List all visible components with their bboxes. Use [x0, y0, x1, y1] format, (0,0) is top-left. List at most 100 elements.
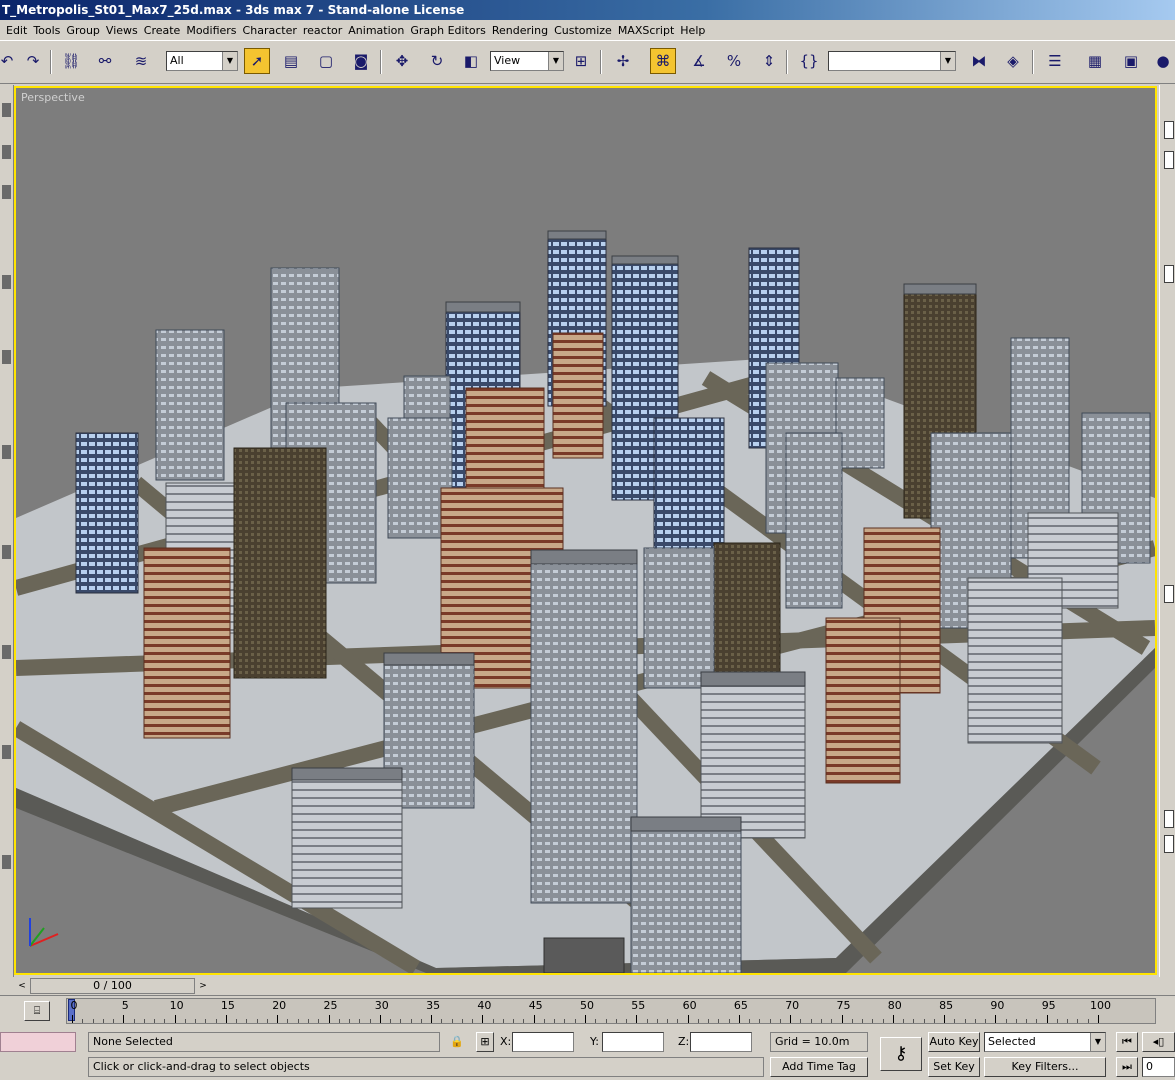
add-time-tag-button[interactable]: Add Time Tag [770, 1057, 868, 1077]
menu-tools[interactable]: Tools [33, 24, 66, 37]
left-toolbar-button[interactable] [2, 185, 11, 199]
absolute-mode-transform-icon[interactable]: ⊞ [476, 1032, 494, 1052]
ruler-minor-tick [113, 1019, 115, 1023]
mirror-icon[interactable]: ⧓ [966, 48, 992, 74]
maxscript-listener-mini[interactable] [0, 1032, 76, 1052]
time-slider[interactable]: < 0 / 100 > [18, 978, 207, 994]
set-key-mode-key-icon[interactable]: ⚷ [880, 1037, 922, 1071]
ruler-minor-tick [779, 1019, 781, 1023]
open-mini-curve-editor-icon[interactable]: ⌸ [24, 1001, 50, 1021]
align-icon[interactable]: ◈ [1000, 48, 1026, 74]
ruler-minor-tick [307, 1019, 309, 1023]
left-toolbar-button[interactable] [2, 445, 11, 459]
lock-selection-icon[interactable]: 🔒 [450, 1032, 464, 1052]
percent-snap-icon[interactable]: % [721, 48, 747, 74]
ruler-minor-tick [1067, 1019, 1069, 1023]
command-panel-tab[interactable] [1164, 265, 1174, 283]
selection-filter-dropdown[interactable]: All ▼ [166, 51, 238, 71]
left-toolbar-button[interactable] [2, 103, 11, 117]
ruler-minor-tick [297, 1019, 299, 1023]
x-coordinate-field[interactable] [512, 1032, 574, 1052]
unlink-selection-icon[interactable]: ⚯ [92, 48, 118, 74]
left-toolbar-button[interactable] [2, 145, 11, 159]
select-and-rotate-icon[interactable]: ↻ [424, 48, 450, 74]
key-mode-toggle-icon[interactable]: ⏭ [1116, 1057, 1138, 1077]
menu-help[interactable]: Help [680, 24, 711, 37]
ruler-minor-tick [697, 1019, 699, 1023]
left-toolbar-button[interactable] [2, 855, 11, 869]
current-frame-field[interactable]: 0 [1142, 1057, 1175, 1077]
select-and-scale-icon[interactable]: ◧ [458, 48, 484, 74]
layer-manager-icon[interactable]: ☰ [1042, 48, 1068, 74]
ruler-tick-label: 100 [1090, 999, 1111, 1012]
command-panel-tab[interactable] [1164, 121, 1174, 139]
menu-customize[interactable]: Customize [554, 24, 618, 37]
menu-maxscript[interactable]: MAXScript [618, 24, 680, 37]
command-panel-tab[interactable] [1164, 835, 1174, 853]
menu-graph-editors[interactable]: Graph Editors [410, 24, 492, 37]
ruler-minor-tick [349, 1019, 351, 1023]
command-panel-tab[interactable] [1164, 151, 1174, 169]
ruler-minor-tick [882, 1019, 884, 1023]
menu-reactor[interactable]: reactor [303, 24, 348, 37]
menu-character[interactable]: Character [243, 24, 303, 37]
command-panel-tab[interactable] [1164, 810, 1174, 828]
time-slider-prev[interactable]: < [15, 979, 29, 993]
key-filters-button[interactable]: Key Filters... [984, 1057, 1106, 1077]
ruler-minor-tick [390, 1019, 392, 1023]
tower [630, 822, 742, 973]
left-toolbar-button[interactable] [2, 745, 11, 759]
time-slider-next[interactable]: > [196, 979, 210, 993]
select-and-move-icon[interactable]: ✥ [389, 48, 415, 74]
snaps-toggle-icon[interactable]: ⌘ [650, 48, 676, 74]
left-toolbar-button[interactable] [2, 350, 11, 364]
redo-icon[interactable]: ↷ [20, 48, 46, 74]
menu-group[interactable]: Group [66, 24, 106, 37]
go-to-start-icon[interactable]: ⏮ [1116, 1032, 1138, 1052]
y-coordinate-field[interactable] [602, 1032, 664, 1052]
rectangular-selection-icon[interactable]: ▢ [313, 48, 339, 74]
perspective-viewport[interactable]: Perspective [14, 86, 1157, 975]
key-mode-dropdown[interactable]: Selected ▼ [984, 1032, 1106, 1052]
ruler-minor-tick [554, 1019, 556, 1023]
previous-frame-icon[interactable]: ◂▯ [1142, 1032, 1175, 1052]
ruler-minor-tick [461, 1019, 463, 1023]
window-crossing-icon[interactable]: ◙ [348, 48, 374, 74]
select-and-manipulate-icon[interactable]: ✢ [610, 48, 636, 74]
left-toolbar-button[interactable] [2, 275, 11, 289]
menu-modifiers[interactable]: Modifiers [186, 24, 242, 37]
angle-snap-icon[interactable]: ∡ [686, 48, 712, 74]
menu-animation[interactable]: Animation [348, 24, 410, 37]
left-toolbar-button[interactable] [2, 645, 11, 659]
ruler-minor-tick [1005, 1019, 1007, 1023]
auto-key-button[interactable]: Auto Key [928, 1032, 980, 1052]
undo-icon[interactable]: ↶ [0, 48, 20, 74]
reference-coordinate-dropdown[interactable]: View ▼ [490, 51, 564, 71]
material-editor-icon[interactable]: ● [1150, 48, 1175, 74]
spinner-snap-icon[interactable]: ⇕ [756, 48, 782, 74]
left-toolbar-button[interactable] [2, 545, 11, 559]
z-coordinate-field[interactable] [690, 1032, 752, 1052]
select-by-name-icon[interactable]: ▤ [278, 48, 304, 74]
menu-rendering[interactable]: Rendering [492, 24, 554, 37]
schematic-view-icon[interactable]: ▣ [1118, 48, 1144, 74]
ruler-minor-tick [102, 1019, 104, 1023]
toolbar-separator [600, 50, 602, 74]
select-object-icon[interactable]: ➚ [244, 48, 270, 74]
command-panel-tab[interactable] [1164, 585, 1174, 603]
pivot-center-icon[interactable]: ⊞ [568, 48, 594, 74]
menu-views[interactable]: Views [106, 24, 144, 37]
bind-to-space-warp-icon[interactable]: ≋ [128, 48, 154, 74]
ruler-tick-label: 85 [939, 999, 954, 1012]
set-key-button[interactable]: Set Key [928, 1057, 980, 1077]
menu-create[interactable]: Create [144, 24, 187, 37]
ruler-tick-label: 50 [580, 999, 594, 1012]
ruler-minor-tick [595, 1019, 597, 1023]
named-selection-dropdown[interactable]: ▼ [828, 51, 956, 71]
edit-named-selection-icon[interactable]: {} [796, 48, 822, 74]
curve-editor-icon[interactable]: ▦ [1082, 48, 1108, 74]
ruler-tick-label: 25 [323, 999, 338, 1012]
menu-edit[interactable]: Edit [6, 24, 33, 37]
select-and-link-icon[interactable]: ⛓ [58, 48, 84, 74]
toolbar-separator [50, 50, 52, 74]
